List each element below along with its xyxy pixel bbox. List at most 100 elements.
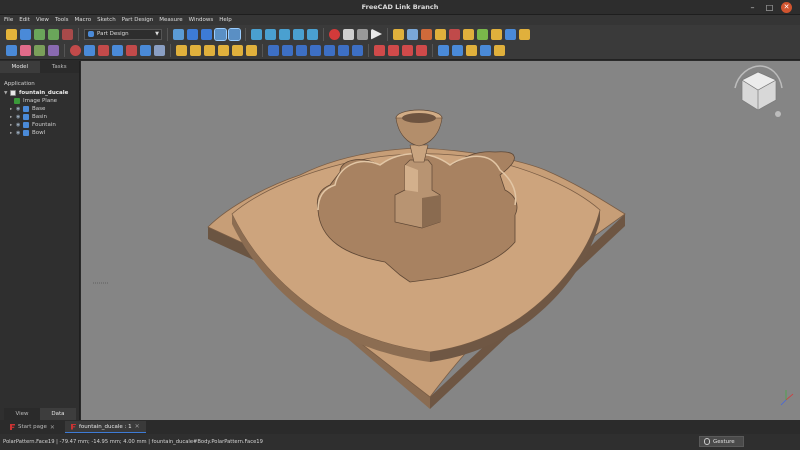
- sketch-map-icon[interactable]: [20, 45, 31, 56]
- workbench-selector[interactable]: Part Design ▼: [84, 28, 162, 40]
- additive-box-icon[interactable]: [246, 45, 257, 56]
- sub-shape-binder-icon[interactable]: [519, 28, 530, 40]
- additive-helix-icon[interactable]: [232, 45, 243, 56]
- datum-plane-icon[interactable]: [463, 28, 474, 40]
- measure-icon[interactable]: [307, 28, 318, 40]
- view-sketch-icon[interactable]: [48, 45, 59, 56]
- polygon-icon[interactable]: [154, 45, 165, 56]
- close-tab-icon[interactable]: ✕: [50, 424, 55, 431]
- up-icon[interactable]: [279, 28, 290, 40]
- 3d-viewport[interactable]: [81, 61, 800, 420]
- close-icon[interactable]: ✕: [781, 2, 792, 13]
- subtractive-helix-icon[interactable]: [338, 45, 349, 56]
- open-file-icon[interactable]: [20, 28, 31, 40]
- arc-icon[interactable]: [98, 45, 109, 56]
- menu-windows[interactable]: Windows: [189, 15, 214, 25]
- circle-icon[interactable]: [112, 45, 123, 56]
- pipe-icon[interactable]: [218, 45, 229, 56]
- linear-pattern-icon[interactable]: [388, 45, 399, 56]
- chamfer-icon[interactable]: [452, 45, 463, 56]
- fit-selection-icon[interactable]: [201, 28, 212, 40]
- view-menu-icon[interactable]: [775, 111, 781, 117]
- loft-icon[interactable]: [204, 45, 215, 56]
- line-icon[interactable]: [84, 45, 95, 56]
- menu-file[interactable]: File: [4, 15, 13, 25]
- boolean-icon[interactable]: [494, 45, 505, 56]
- minimize-icon[interactable]: –: [747, 2, 758, 13]
- maximize-icon[interactable]: □: [764, 2, 775, 13]
- menu-sketch[interactable]: Sketch: [97, 15, 116, 25]
- subtractive-box-icon[interactable]: [352, 45, 363, 56]
- tree-document[interactable]: ▼ fountain_ducale: [4, 89, 79, 97]
- polar-pattern-icon[interactable]: [402, 45, 413, 56]
- close-tab-icon[interactable]: ✕: [135, 423, 140, 430]
- groove-icon[interactable]: [296, 45, 307, 56]
- subtractive-loft-icon[interactable]: [310, 45, 321, 56]
- leave-sketch-icon[interactable]: [34, 45, 45, 56]
- visibility-icon[interactable]: ◉: [16, 114, 22, 120]
- tab-tasks[interactable]: Tasks: [40, 61, 80, 73]
- run-macro-icon[interactable]: [371, 28, 382, 40]
- subtractive-pipe-icon[interactable]: [324, 45, 335, 56]
- scene-canvas[interactable]: [81, 61, 800, 420]
- tree-item-fountain[interactable]: ▸ ◉ Fountain: [4, 121, 79, 129]
- datum-point-icon[interactable]: [491, 28, 502, 40]
- visibility-icon[interactable]: ◉: [16, 130, 22, 136]
- draw-style-icon[interactable]: [214, 27, 227, 41]
- record-macro-icon[interactable]: [329, 28, 340, 40]
- bounding-box-icon[interactable]: [228, 27, 241, 41]
- polyline-icon[interactable]: [126, 45, 137, 56]
- fit-all-icon[interactable]: [187, 28, 198, 40]
- mirrored-icon[interactable]: [374, 45, 385, 56]
- tab-start-page[interactable]: Start page ✕: [4, 421, 61, 433]
- tree-item-image-plane[interactable]: Image Plane: [4, 97, 79, 105]
- menu-macro[interactable]: Macro: [75, 15, 92, 25]
- tab-data[interactable]: Data: [40, 408, 76, 420]
- tab-view[interactable]: View: [4, 408, 40, 420]
- back-icon[interactable]: [251, 28, 262, 40]
- multi-transform-icon[interactable]: [416, 45, 427, 56]
- macro-editor-icon[interactable]: [357, 28, 368, 40]
- cut-icon[interactable]: [62, 28, 73, 40]
- select-icon[interactable]: [173, 28, 184, 40]
- stop-macro-icon[interactable]: [343, 28, 354, 40]
- link-icon[interactable]: [293, 28, 304, 40]
- tree-item-basin[interactable]: ▸ ◉ Basin: [4, 113, 79, 121]
- menu-edit[interactable]: Edit: [19, 15, 30, 25]
- visibility-icon[interactable]: ◉: [16, 106, 22, 112]
- validate-sketch-icon[interactable]: [421, 28, 432, 40]
- draft-icon[interactable]: [466, 45, 477, 56]
- hole-icon[interactable]: [282, 45, 293, 56]
- refresh-icon[interactable]: [6, 45, 17, 56]
- redo-icon[interactable]: [48, 28, 59, 40]
- new-file-icon[interactable]: [6, 28, 17, 40]
- tab-fountain-ducale[interactable]: fountain_ducale : 1 ✕: [64, 421, 146, 433]
- point-icon[interactable]: [70, 45, 81, 56]
- revolution-icon[interactable]: [190, 45, 201, 56]
- tree-item-base[interactable]: ▸ ◉ Base: [4, 105, 79, 113]
- menu-part-design[interactable]: Part Design: [122, 15, 154, 25]
- tree-item-bowl[interactable]: ▸ ◉ Bowl: [4, 129, 79, 137]
- pad-icon[interactable]: [176, 45, 187, 56]
- fillet-icon[interactable]: [438, 45, 449, 56]
- sketch-icon[interactable]: [407, 28, 418, 40]
- clone-icon[interactable]: [449, 28, 460, 40]
- local-cs-icon[interactable]: [505, 28, 516, 40]
- pocket-icon[interactable]: [268, 45, 279, 56]
- tab-model[interactable]: Model: [0, 61, 40, 73]
- datum-line-icon[interactable]: [477, 28, 488, 40]
- shape-binder-icon[interactable]: [435, 28, 446, 40]
- forward-icon[interactable]: [265, 28, 276, 40]
- tab-label: Start page: [18, 424, 47, 430]
- menu-measure[interactable]: Measure: [159, 15, 182, 25]
- menu-view[interactable]: View: [36, 15, 49, 25]
- rectangle-icon[interactable]: [140, 45, 151, 56]
- body-icon[interactable]: [393, 28, 404, 40]
- navigation-style-button[interactable]: Gesture: [699, 436, 744, 447]
- navigation-cube[interactable]: [734, 65, 783, 111]
- menu-tools[interactable]: Tools: [55, 15, 69, 25]
- thickness-icon[interactable]: [480, 45, 491, 56]
- visibility-icon[interactable]: ◉: [16, 122, 22, 128]
- undo-icon[interactable]: [34, 28, 45, 40]
- menu-help[interactable]: Help: [219, 15, 232, 25]
